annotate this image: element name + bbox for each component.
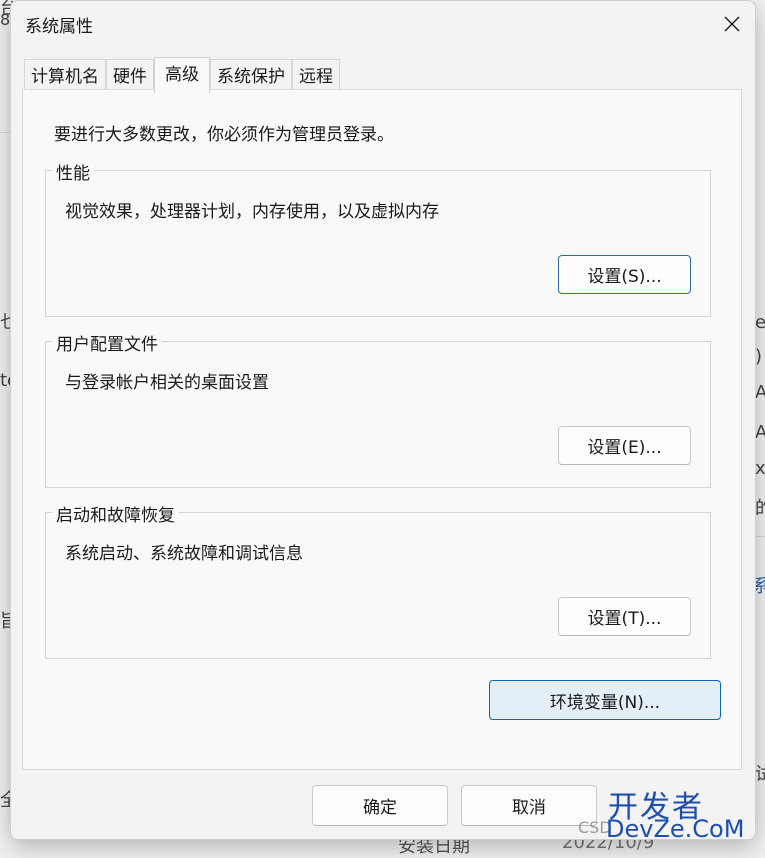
bg-text-fragment: A <box>755 382 765 403</box>
tab-computer-name[interactable]: 计算机名 <box>24 59 106 91</box>
title-bar[interactable]: 系统属性 <box>11 1 755 47</box>
bg-text-fragment: e <box>755 312 765 333</box>
startup-recovery-description: 系统启动、系统故障和调试信息 <box>65 544 303 564</box>
bg-text-fragment: 的 <box>755 498 765 519</box>
close-icon <box>724 16 740 32</box>
user-profiles-description: 与登录帐户相关的桌面设置 <box>65 373 269 393</box>
watermark-brand-en: DevZe.CoM <box>606 815 745 843</box>
user-profiles-group-title: 用户配置文件 <box>52 330 162 355</box>
performance-settings-button[interactable]: 设置(S)... <box>558 255 691 294</box>
bg-text-fragment: A <box>755 422 765 443</box>
performance-group: 性能 视觉效果，处理器计划，内存使用，以及虚拟内存 设置(S)... <box>45 159 711 317</box>
tab-system-protection[interactable]: 系统保护 <box>210 59 292 91</box>
system-properties-dialog: 系统属性 计算机名 硬件 高级 系统保护 远程 要进行大多数更改，你必须作为管理… <box>10 0 756 840</box>
startup-recovery-group-title: 启动和故障恢复 <box>52 501 179 526</box>
tab-hardware[interactable]: 硬件 <box>106 59 154 91</box>
advanced-tab-panel: 要进行大多数更改，你必须作为管理员登录。 性能 视觉效果，处理器计划，内存使用，… <box>22 89 742 770</box>
bg-divider <box>755 536 765 537</box>
startup-recovery-group: 启动和故障恢复 系统启动、系统故障和调试信息 设置(T)... <box>45 501 711 659</box>
environment-variables-button[interactable]: 环境变量(N)... <box>489 680 721 720</box>
tab-strip: 计算机名 硬件 高级 系统保护 远程 <box>24 57 340 93</box>
bg-text-fragment: 试 <box>755 764 765 785</box>
ok-button[interactable]: 确定 <box>312 785 448 826</box>
close-button[interactable] <box>709 1 755 47</box>
performance-group-title: 性能 <box>52 159 94 184</box>
admin-notice: 要进行大多数更改，你必须作为管理员登录。 <box>54 125 394 145</box>
user-profiles-group: 用户配置文件 与登录帐户相关的桌面设置 设置(E)... <box>45 330 711 488</box>
bg-text-fragment: ) <box>755 346 763 367</box>
startup-recovery-settings-button[interactable]: 设置(T)... <box>558 597 691 636</box>
performance-description: 视觉效果，处理器计划，内存使用，以及虚拟内存 <box>65 202 439 222</box>
bg-divider <box>0 132 10 133</box>
cancel-button[interactable]: 取消 <box>461 785 597 826</box>
dialog-title: 系统属性 <box>25 17 93 37</box>
user-profiles-settings-button[interactable]: 设置(E)... <box>558 426 691 465</box>
bg-text-fragment: x( <box>755 458 765 479</box>
tab-advanced[interactable]: 高级 <box>154 57 210 93</box>
tab-remote[interactable]: 远程 <box>292 59 340 91</box>
